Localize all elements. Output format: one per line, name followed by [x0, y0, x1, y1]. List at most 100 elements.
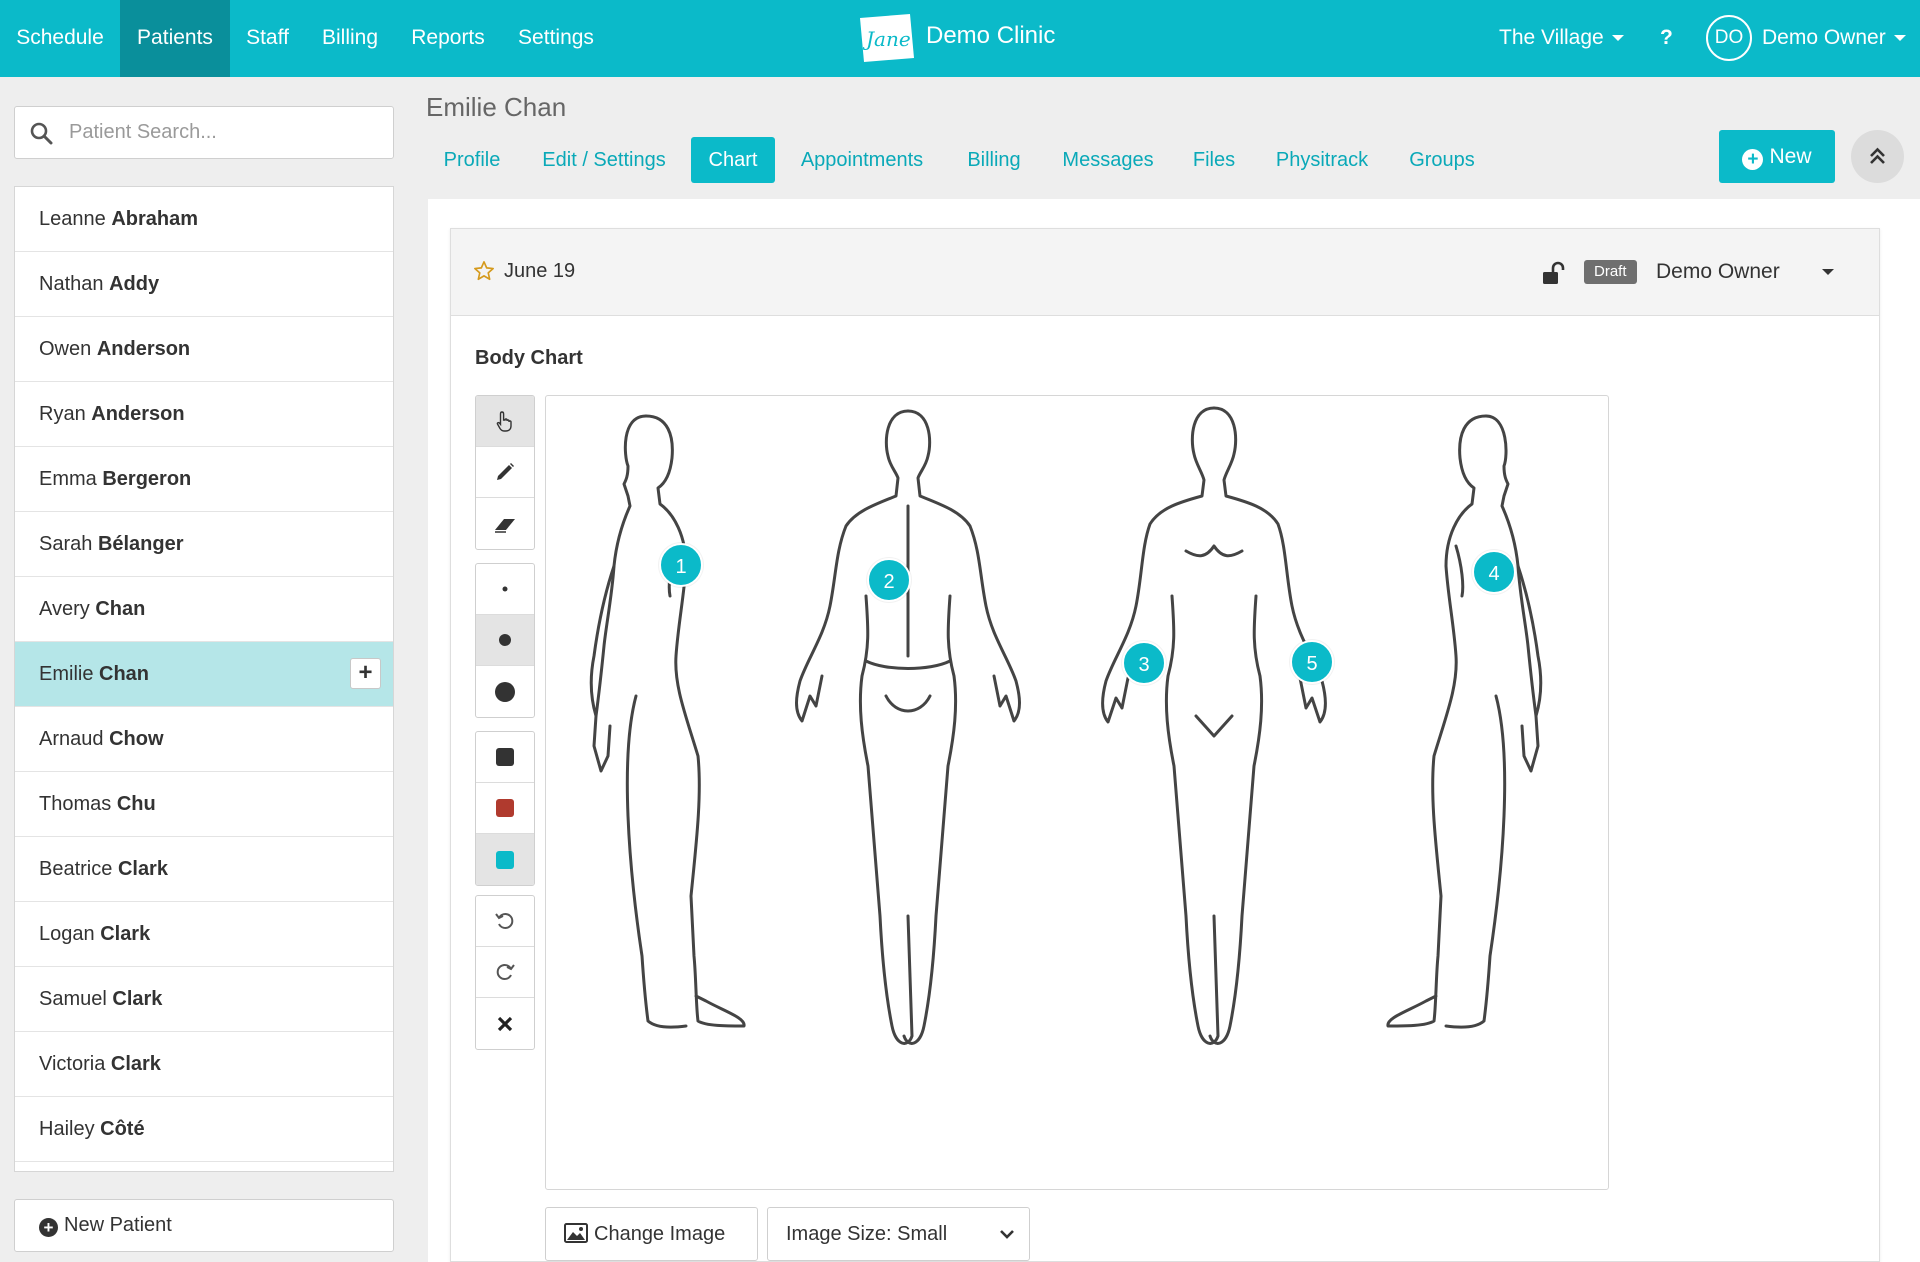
patient-last-name: Clark	[117, 858, 168, 880]
patient-search-input[interactable]	[69, 108, 379, 157]
patient-list-item[interactable]: Logan Clark	[15, 902, 393, 967]
patient-list-item[interactable]: Nathan Addy	[15, 252, 393, 317]
patient-list-item[interactable]: Emma Bergeron	[15, 447, 393, 512]
medium-dot-icon	[499, 634, 511, 646]
patient-first-name: Nathan	[39, 273, 104, 295]
avatar[interactable]: DO	[1706, 15, 1752, 61]
patient-list-item[interactable]: Beatrice Clark	[15, 837, 393, 902]
brush-size-tools	[475, 563, 535, 718]
tab-billing[interactable]: Billing	[954, 137, 1034, 183]
patient-first-name: Beatrice	[39, 858, 113, 880]
page-title: Emilie Chan	[426, 92, 567, 122]
tab-profile[interactable]: Profile	[431, 137, 513, 183]
patient-first-name: Emma	[39, 468, 97, 490]
nav-reports[interactable]: Reports	[395, 0, 501, 77]
large-dot-icon	[495, 681, 515, 702]
pain-marker-3[interactable]: 3	[1122, 641, 1166, 685]
top-navigation-bar: Schedule Patients Staff Billing Reports …	[0, 0, 1920, 77]
change-image-button[interactable]: Change Image	[545, 1207, 758, 1261]
patient-list-item[interactable]: Thomas Chu	[15, 772, 393, 837]
new-entry-button[interactable]: + New	[1719, 130, 1835, 183]
patient-list-item[interactable]: Ryan Anderson	[15, 382, 393, 447]
body-figure-front	[1101, 406, 1327, 1045]
chevron-down-icon[interactable]	[1822, 269, 1834, 275]
patient-first-name: Leanne	[39, 208, 106, 230]
patient-first-name: Logan	[39, 923, 95, 945]
pointer-tool[interactable]	[476, 396, 534, 447]
nav-patients[interactable]: Patients	[120, 0, 230, 77]
patient-list: Leanne Abraham Nathan Addy Owen Anderson Ry…	[14, 186, 394, 1172]
new-entry-label: New	[1769, 145, 1812, 168]
undo-button[interactable]	[476, 896, 534, 947]
color-swatch-teal[interactable]	[476, 834, 534, 885]
location-dropdown[interactable]: The Village	[1499, 0, 1624, 77]
tab-chart[interactable]: Chart	[691, 137, 775, 183]
patient-list-item[interactable]: Owen Anderson	[15, 317, 393, 382]
nav-settings[interactable]: Settings	[501, 0, 611, 77]
pain-marker-4[interactable]: 4	[1472, 550, 1516, 594]
tab-physitrack[interactable]: Physitrack	[1264, 137, 1380, 183]
eraser-tool[interactable]	[476, 498, 534, 549]
patient-list-item[interactable]: Victoria Clark	[15, 1032, 393, 1097]
nav-billing[interactable]: Billing	[305, 0, 395, 77]
add-appointment-button[interactable]: +	[350, 658, 381, 689]
double-chevron-up-icon	[1870, 147, 1885, 164]
history-tools	[475, 895, 535, 1050]
patient-last-name: Addy	[109, 273, 160, 295]
patient-list-item[interactable]: Samuel Clark	[15, 967, 393, 1032]
color-swatch-black[interactable]	[476, 732, 534, 783]
color-swatch	[496, 748, 514, 766]
new-patient-button[interactable]: + New Patient	[14, 1199, 394, 1252]
nav-schedule[interactable]: Schedule	[0, 0, 120, 77]
collapse-button[interactable]	[1851, 130, 1904, 183]
image-size-select[interactable]: Image Size: Small	[767, 1207, 1030, 1261]
image-size-label: Image Size: Small	[786, 1223, 948, 1245]
patient-last-name: Chan	[95, 598, 146, 620]
redo-button[interactable]	[476, 947, 534, 998]
pain-marker-1[interactable]: 1	[659, 543, 703, 587]
tab-groups[interactable]: Groups	[1400, 137, 1484, 183]
clinic-name: Demo Clinic	[926, 22, 1056, 49]
color-swatch-red[interactable]	[476, 783, 534, 834]
pain-marker-2[interactable]: 2	[867, 558, 911, 602]
body-figure-side-left	[589, 414, 746, 1029]
tab-edit-settings[interactable]: Edit / Settings	[528, 137, 680, 183]
patient-first-name: Samuel	[39, 988, 107, 1010]
star-icon[interactable]	[473, 260, 495, 282]
unlock-icon[interactable]	[1541, 261, 1565, 285]
patient-last-name: Chu	[116, 793, 156, 815]
patient-list-item[interactable]: Avery Chan	[15, 577, 393, 642]
brush-size-large[interactable]	[476, 666, 534, 717]
body-figure-side-right	[1386, 414, 1543, 1029]
patient-first-name: Owen	[39, 338, 92, 360]
body-chart-canvas[interactable]: 1 2 3 4 5	[545, 395, 1609, 1190]
search-icon	[30, 122, 53, 145]
patient-list-item[interactable]: Leanne Abraham	[15, 187, 393, 252]
patient-first-name: Sarah	[39, 533, 93, 555]
tab-files[interactable]: Files	[1184, 137, 1244, 183]
location-label: The Village	[1499, 26, 1604, 49]
jane-logo-icon: Jane	[860, 14, 914, 62]
tab-messages[interactable]: Messages	[1051, 137, 1165, 183]
patient-list-item[interactable]: Arnaud Chow	[15, 707, 393, 772]
pain-marker-5[interactable]: 5	[1290, 640, 1334, 684]
undo-icon	[495, 913, 514, 929]
patient-last-name: Bélanger	[97, 533, 184, 555]
user-menu[interactable]: Demo Owner	[1762, 0, 1906, 77]
nav-staff[interactable]: Staff	[230, 0, 305, 77]
patient-list-item[interactable]: Sarah Bélanger	[15, 512, 393, 577]
clear-button[interactable]	[476, 998, 534, 1049]
patient-first-name: Avery	[39, 598, 90, 620]
help-button[interactable]: ?	[1660, 0, 1673, 77]
patient-list-item[interactable]: Hailey Côté	[15, 1097, 393, 1162]
patient-list-item[interactable]: Emilie Chan +	[15, 642, 393, 707]
eraser-icon	[495, 518, 515, 533]
patient-last-name: Côté	[100, 1118, 145, 1140]
pencil-tool[interactable]	[476, 447, 534, 498]
color-swatch	[496, 850, 514, 869]
change-image-label: Change Image	[594, 1223, 726, 1245]
tab-appointments[interactable]: Appointments	[786, 137, 938, 183]
brush-size-small[interactable]	[476, 564, 534, 615]
pencil-icon	[497, 463, 514, 480]
brush-size-medium[interactable]	[476, 615, 534, 666]
